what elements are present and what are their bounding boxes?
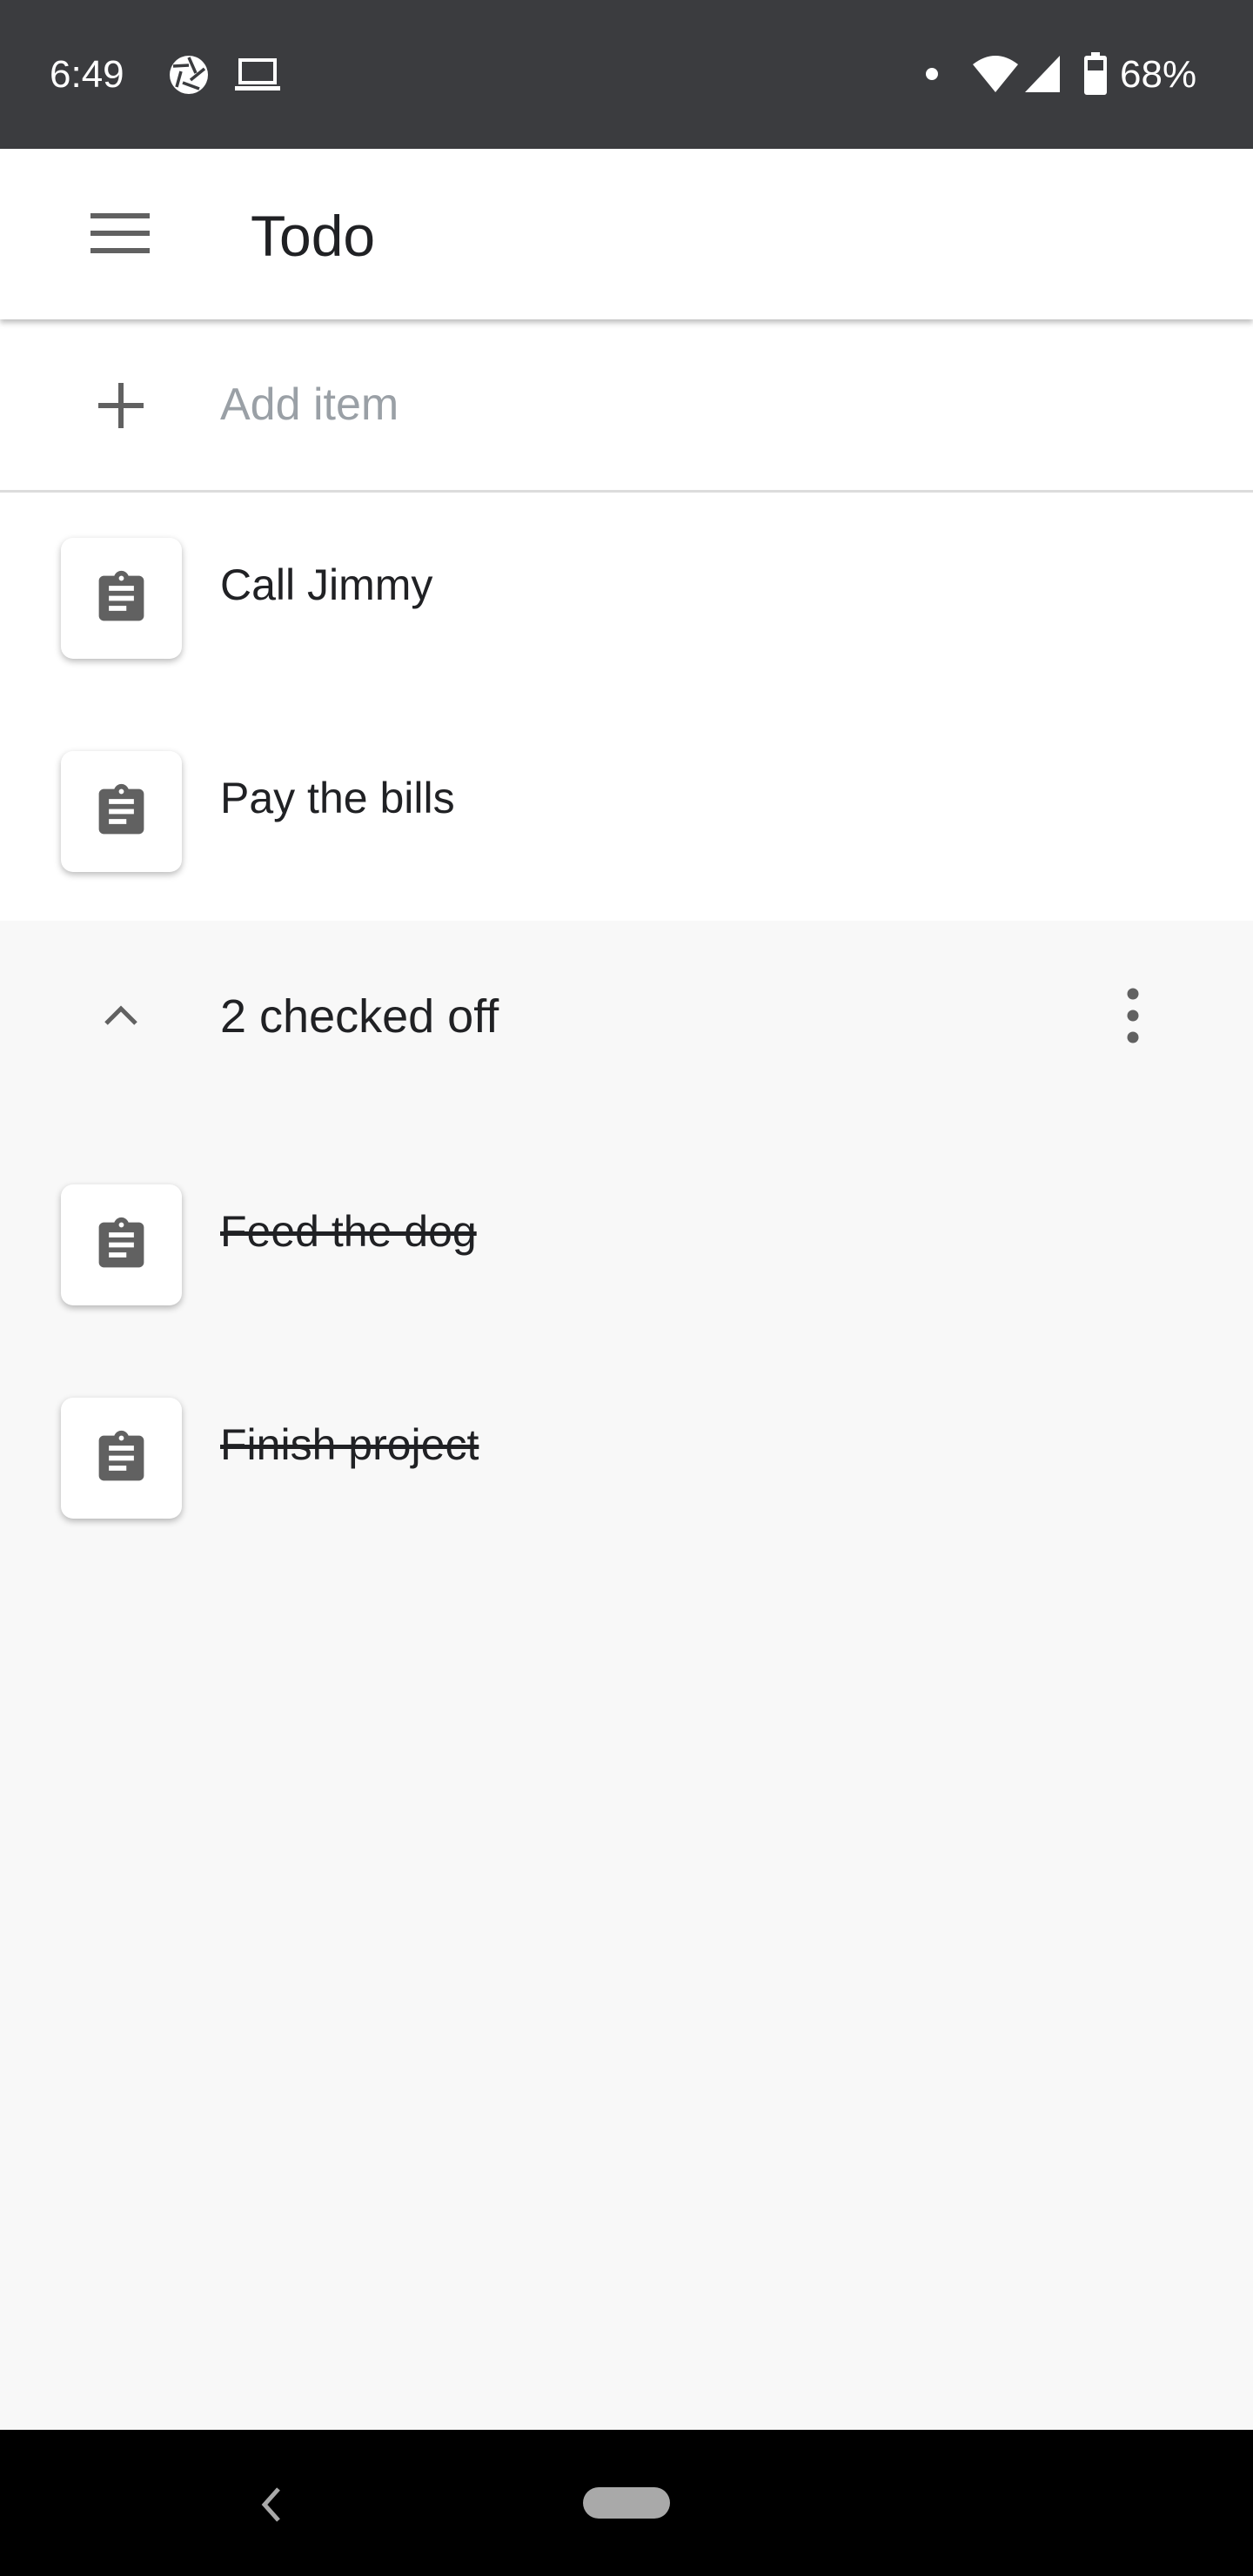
checked-section: 2 checked off Feed the dog Finish projec…: [0, 921, 1253, 2430]
laptop-icon: [235, 58, 280, 91]
chevron-up-icon[interactable]: [103, 1003, 139, 1027]
list-item[interactable]: Call Jimmy: [0, 493, 1253, 706]
status-time: 6:49: [50, 53, 124, 96]
list-item[interactable]: Pay the bills: [0, 706, 1253, 919]
item-checkbox[interactable]: [61, 1184, 182, 1305]
hamburger-menu-icon[interactable]: [90, 211, 150, 255]
back-chevron-icon[interactable]: [258, 2484, 284, 2526]
active-items-list: Call Jimmy Pay the bills: [0, 493, 1253, 921]
status-bar: 6:49 68%: [0, 0, 1253, 149]
page-title: Todo: [251, 204, 376, 268]
battery-percentage: 68%: [1120, 53, 1197, 96]
plus-icon[interactable]: [98, 383, 144, 428]
system-nav-bar: [0, 2430, 1253, 2576]
item-label: Feed the dog: [220, 1207, 477, 1256]
item-checkbox[interactable]: [61, 538, 182, 659]
checked-header[interactable]: 2 checked off: [0, 921, 1253, 1121]
camera-aperture-icon: [170, 56, 208, 94]
item-label: Finish project: [220, 1420, 479, 1469]
checked-list-item[interactable]: Feed the dog: [0, 1134, 1253, 1347]
item-checkbox[interactable]: [61, 1398, 182, 1519]
battery-icon: [1084, 52, 1107, 95]
wifi-icon: [973, 56, 1018, 92]
checked-count-label: 2 checked off: [220, 990, 499, 1043]
clipboard-icon: [98, 570, 144, 621]
notification-dot-icon: [926, 68, 938, 80]
clipboard-icon: [98, 783, 144, 835]
item-checkbox[interactable]: [61, 751, 182, 872]
cell-signal-icon: [1025, 56, 1060, 92]
more-vert-icon[interactable]: [1118, 987, 1148, 1044]
checked-list-item[interactable]: Finish project: [0, 1347, 1253, 1560]
clipboard-icon: [98, 1217, 144, 1268]
item-label: Pay the bills: [220, 774, 455, 822]
app-bar: Todo: [0, 149, 1253, 319]
add-item-row[interactable]: Add item: [0, 319, 1253, 493]
home-pill[interactable]: [583, 2487, 670, 2519]
item-label: Call Jimmy: [220, 560, 433, 609]
clipboard-icon: [98, 1430, 144, 1481]
add-item-input[interactable]: Add item: [220, 378, 399, 432]
